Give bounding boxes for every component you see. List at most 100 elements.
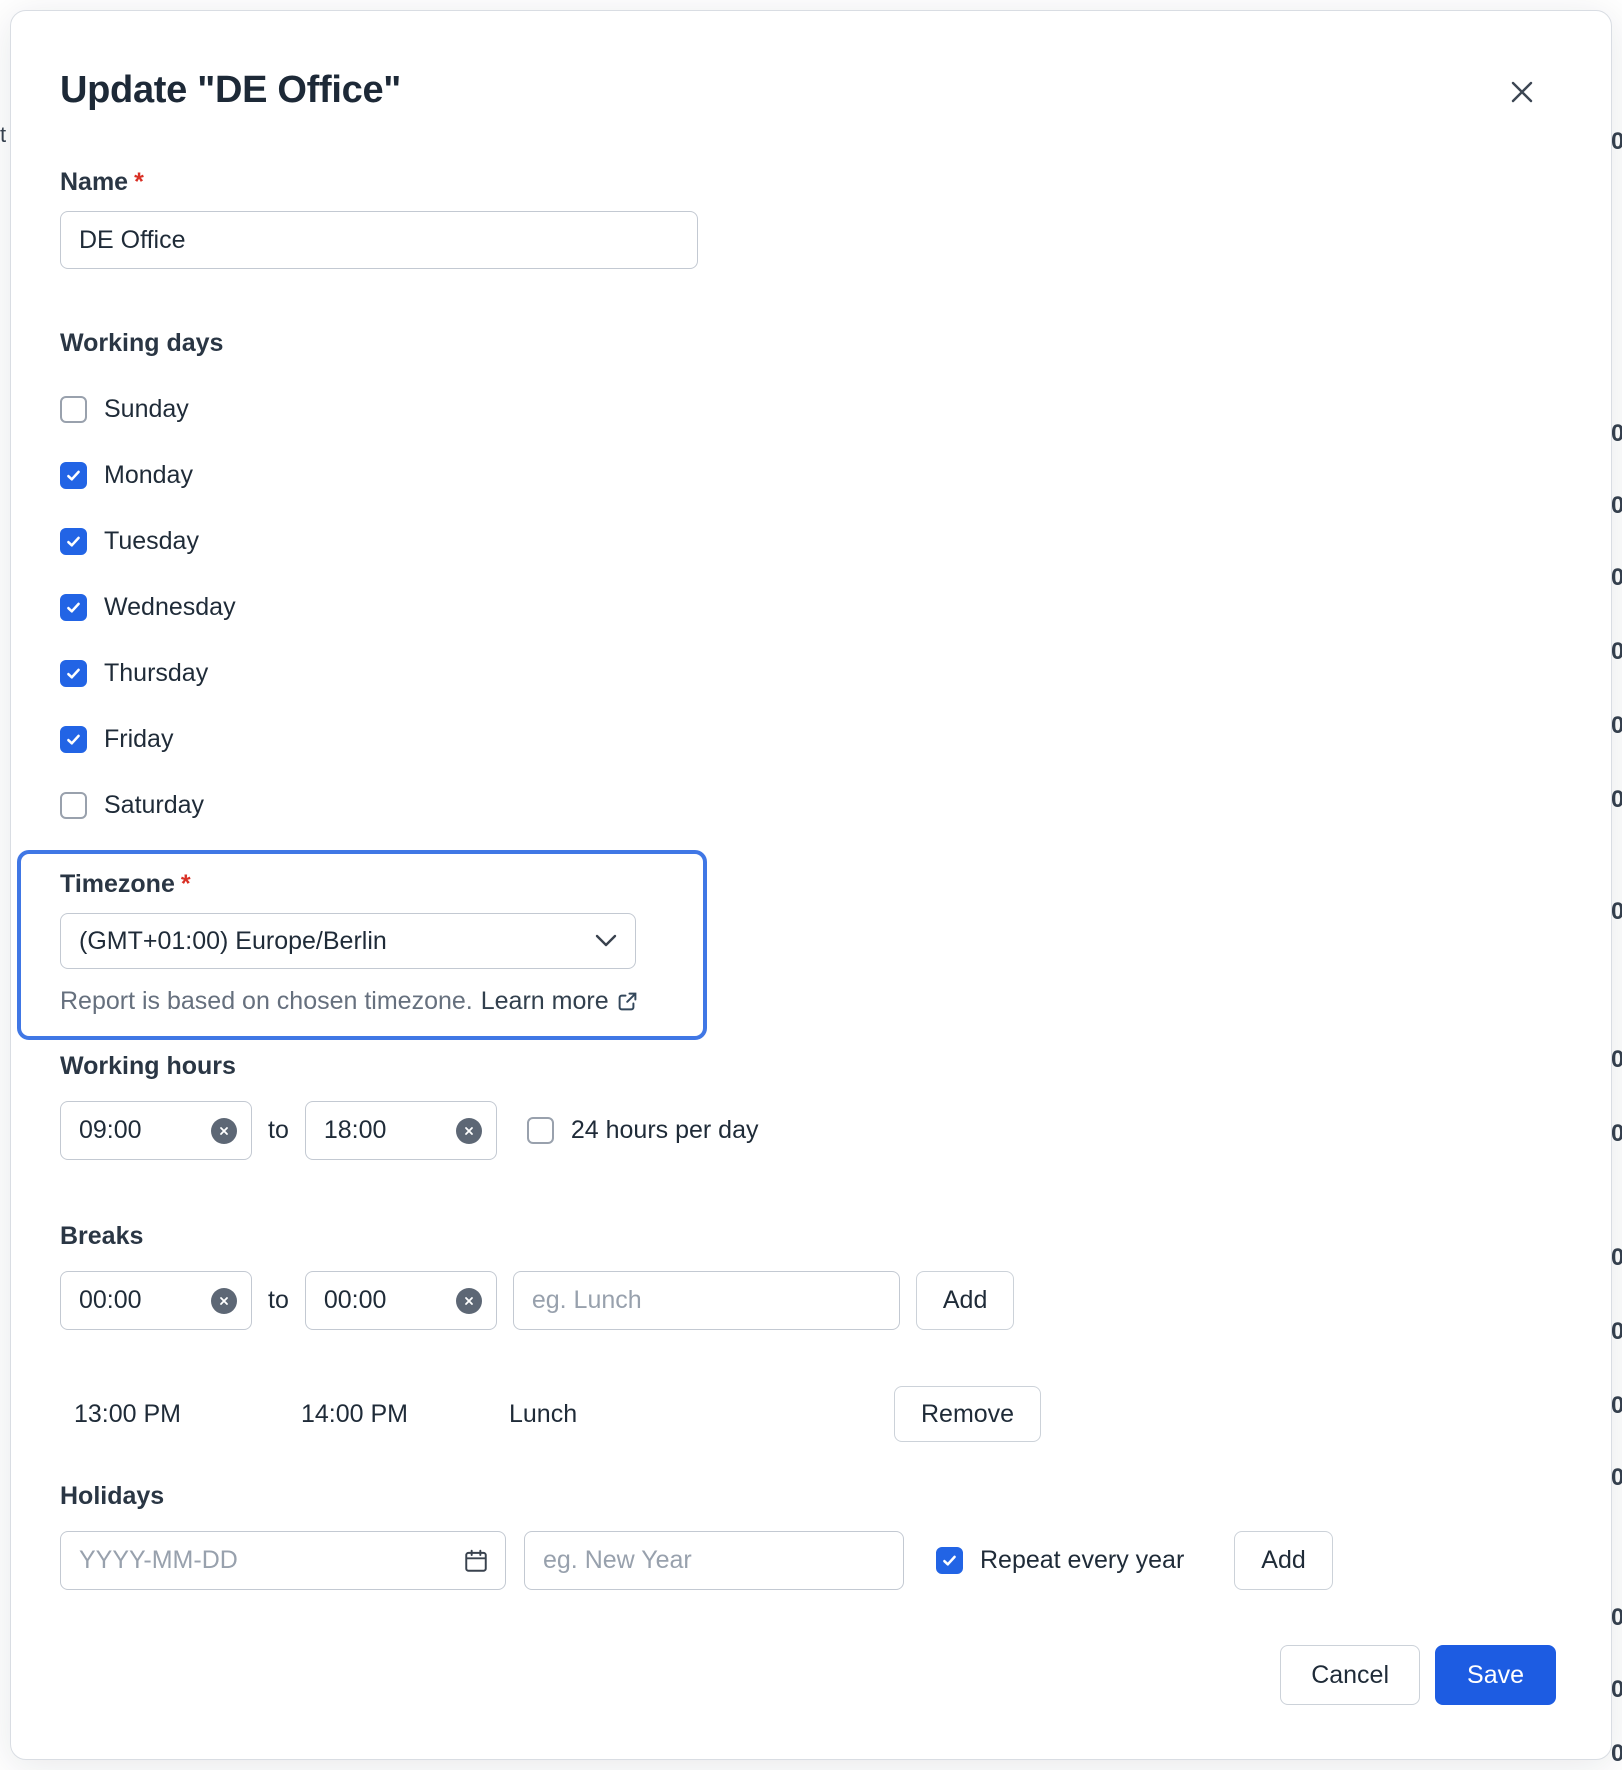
- working-day-row: Monday: [60, 461, 1562, 490]
- holiday-input-row: Repeat every year Add: [60, 1531, 1562, 1590]
- day-label: Thursday: [104, 659, 208, 688]
- timezone-selected-value: (GMT+01:00) Europe/Berlin: [79, 927, 387, 956]
- hours-24-label: 24 hours per day: [571, 1116, 759, 1145]
- external-link-icon[interactable]: [617, 991, 638, 1012]
- work-end-input[interactable]: 18:00: [305, 1101, 497, 1160]
- modal-title: Update "DE Office": [60, 69, 401, 112]
- background-fragment: t: [0, 122, 6, 148]
- modal-content: Name* Working days Sunday Monday Tuesday…: [11, 168, 1611, 1590]
- break-input-row: 00:00 to 00:00 Add: [60, 1271, 1562, 1330]
- clear-icon[interactable]: [211, 1288, 237, 1314]
- day-label: Friday: [104, 725, 173, 754]
- working-hours-label: Working hours: [60, 1052, 1562, 1081]
- chevron-down-icon: [595, 934, 617, 948]
- working-day-row: Sunday: [60, 395, 1562, 424]
- break-end-time: 14:00 PM: [301, 1400, 509, 1429]
- background-fragment: 0: [1611, 564, 1622, 592]
- close-button[interactable]: [1503, 73, 1541, 111]
- to-label: to: [268, 1116, 289, 1145]
- background-fragment: 0: [1611, 638, 1622, 666]
- working-hours-row: 09:00 to 18:00 24 hours per day: [60, 1101, 1562, 1160]
- holiday-add-button[interactable]: Add: [1234, 1531, 1332, 1590]
- break-end-input[interactable]: 00:00: [305, 1271, 497, 1330]
- break-start-input[interactable]: 00:00: [60, 1271, 252, 1330]
- checkbox-thursday[interactable]: [60, 660, 87, 687]
- modal-footer: Cancel Save: [1280, 1645, 1556, 1705]
- break-row: 13:00 PM 14:00 PM Lunch Remove: [60, 1386, 1562, 1442]
- timezone-select[interactable]: (GMT+01:00) Europe/Berlin: [60, 913, 636, 969]
- break-name-input[interactable]: [513, 1271, 900, 1330]
- timezone-helper: Report is based on chosen timezone. Lear…: [60, 987, 679, 1016]
- close-icon: [1507, 95, 1537, 110]
- holiday-date-field[interactable]: [79, 1546, 419, 1575]
- working-day-row: Thursday: [60, 659, 1562, 688]
- background-fragment: 0: [1611, 1120, 1622, 1148]
- clear-icon[interactable]: [456, 1288, 482, 1314]
- timezone-label: Timezone*: [60, 870, 679, 899]
- clear-icon[interactable]: [211, 1118, 237, 1144]
- work-start-input[interactable]: 09:00: [60, 1101, 252, 1160]
- background-fragment: 0: [1611, 492, 1622, 520]
- cancel-button[interactable]: Cancel: [1280, 1645, 1420, 1705]
- checkbox-tuesday[interactable]: [60, 528, 87, 555]
- work-end-value: 18:00: [324, 1116, 387, 1145]
- background-fragment: 0: [1611, 1244, 1622, 1272]
- holiday-name-input[interactable]: [524, 1531, 904, 1590]
- name-input[interactable]: [60, 211, 698, 269]
- timezone-helper-text: Report is based on chosen timezone.: [60, 987, 473, 1016]
- required-asterisk: *: [134, 168, 144, 197]
- checkbox-saturday[interactable]: [60, 792, 87, 819]
- background-fragment: 0: [1611, 420, 1622, 448]
- calendar-icon[interactable]: [463, 1548, 489, 1574]
- checkbox-sunday[interactable]: [60, 396, 87, 423]
- save-button[interactable]: Save: [1435, 1645, 1556, 1705]
- background-fragment: 0: [1611, 1740, 1622, 1768]
- hours-24-checkbox[interactable]: [527, 1117, 554, 1144]
- background-fragment: 0: [1611, 128, 1622, 156]
- background-fragment: 0: [1611, 1318, 1622, 1346]
- update-office-modal: Update "DE Office" Name* Working days Su…: [10, 10, 1612, 1760]
- working-day-row: Friday: [60, 725, 1562, 754]
- background-fragment: 0: [1611, 898, 1622, 926]
- background-fragment: 0: [1611, 1046, 1622, 1074]
- working-days-label: Working days: [60, 329, 1562, 358]
- background-fragment: 0: [1611, 786, 1622, 814]
- background-fragment: 0: [1611, 1604, 1622, 1632]
- break-add-button[interactable]: Add: [916, 1271, 1014, 1330]
- repeat-label: Repeat every year: [980, 1546, 1184, 1575]
- work-start-value: 09:00: [79, 1116, 142, 1145]
- break-start-value: 00:00: [79, 1286, 142, 1315]
- break-name: Lunch: [509, 1400, 894, 1429]
- working-day-row: Saturday: [60, 791, 1562, 820]
- day-label: Saturday: [104, 791, 204, 820]
- working-day-row: Wednesday: [60, 593, 1562, 622]
- modal-header: Update "DE Office": [11, 11, 1611, 112]
- clear-icon[interactable]: [456, 1118, 482, 1144]
- learn-more-link[interactable]: Learn more: [481, 987, 609, 1016]
- checkbox-friday[interactable]: [60, 726, 87, 753]
- break-start-time: 13:00 PM: [60, 1400, 301, 1429]
- name-label-text: Name: [60, 168, 128, 197]
- holidays-label: Holidays: [60, 1482, 1562, 1511]
- holiday-date-input[interactable]: [60, 1531, 506, 1590]
- name-label: Name*: [60, 168, 1562, 197]
- day-label: Monday: [104, 461, 193, 490]
- background-fragment: 0: [1611, 1676, 1622, 1704]
- breaks-label: Breaks: [60, 1222, 1562, 1251]
- background-fragment: 0: [1611, 712, 1622, 740]
- checkbox-monday[interactable]: [60, 462, 87, 489]
- day-label: Sunday: [104, 395, 189, 424]
- checkbox-wednesday[interactable]: [60, 594, 87, 621]
- timezone-highlight: Timezone* (GMT+01:00) Europe/Berlin Repo…: [17, 850, 707, 1040]
- break-remove-button[interactable]: Remove: [894, 1386, 1041, 1442]
- required-asterisk: *: [181, 870, 191, 899]
- working-day-row: Tuesday: [60, 527, 1562, 556]
- break-end-value: 00:00: [324, 1286, 387, 1315]
- to-label: to: [268, 1286, 289, 1315]
- day-label: Tuesday: [104, 527, 199, 556]
- timezone-label-text: Timezone: [60, 870, 175, 899]
- background-fragment: 0: [1611, 1464, 1622, 1492]
- repeat-checkbox[interactable]: [936, 1547, 963, 1574]
- background-fragment: 0: [1611, 1392, 1622, 1420]
- day-label: Wednesday: [104, 593, 236, 622]
